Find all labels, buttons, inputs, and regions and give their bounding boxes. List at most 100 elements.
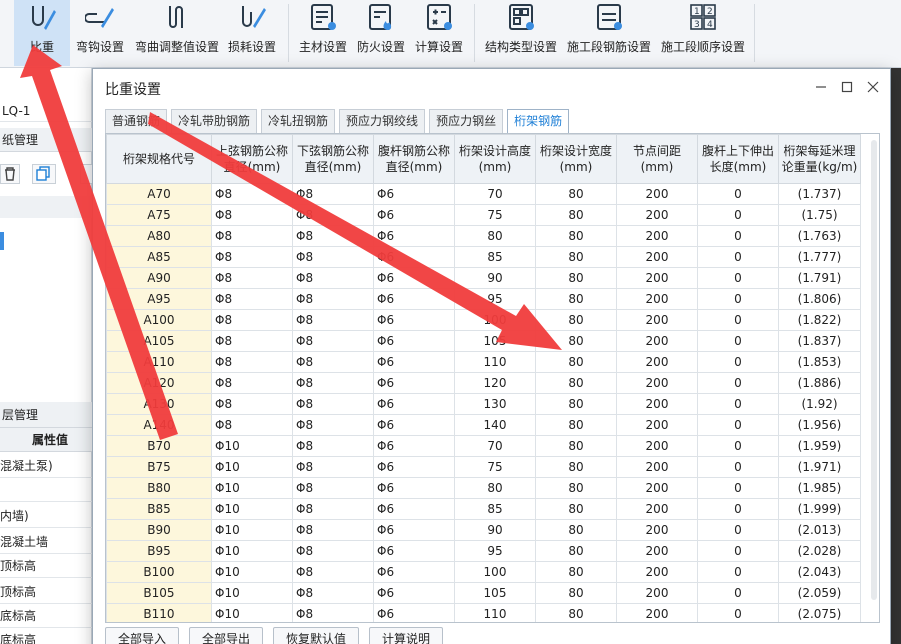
table-cell[interactable]: 0: [697, 246, 779, 268]
table-cell[interactable]: 85: [454, 498, 536, 520]
table-cell[interactable]: 130: [454, 393, 536, 415]
column-header[interactable]: 下弦钢筋公称直径(mm): [292, 134, 374, 184]
table-cell[interactable]: B105: [106, 582, 212, 604]
table-cell[interactable]: 200: [616, 372, 698, 394]
table-cell[interactable]: A95: [106, 288, 212, 310]
minimize-button[interactable]: [811, 77, 831, 97]
dialog-button-2[interactable]: 恢复默认值: [273, 627, 360, 644]
property-row[interactable]: 底标高: [0, 604, 92, 628]
table-cell[interactable]: 80: [535, 183, 617, 205]
table-cell[interactable]: (1.853): [778, 351, 861, 373]
table-cell[interactable]: (1.985): [778, 477, 861, 499]
table-cell[interactable]: 80: [535, 498, 617, 520]
table-cell[interactable]: 200: [616, 393, 698, 415]
table-cell[interactable]: 200: [616, 477, 698, 499]
table-row[interactable]: B105 Φ10 Φ8 Φ6 105 80 200 0 (2.059): [106, 582, 861, 604]
table-cell[interactable]: 80: [535, 204, 617, 226]
table-row[interactable]: A70 Φ8 Φ8 Φ6 70 80 200 0 (1.737): [106, 183, 861, 205]
table-cell[interactable]: A100: [106, 309, 212, 331]
table-cell[interactable]: 80: [535, 477, 617, 499]
table-cell[interactable]: 0: [697, 309, 779, 331]
table-cell[interactable]: B70: [106, 435, 212, 457]
table-cell[interactable]: 0: [697, 498, 779, 520]
table-cell[interactable]: Φ8: [292, 288, 374, 310]
table-cell[interactable]: Φ8: [292, 498, 374, 520]
table-cell[interactable]: Φ8: [211, 246, 293, 268]
table-cell[interactable]: Φ10: [211, 477, 293, 499]
table-cell[interactable]: 0: [697, 351, 779, 373]
table-cell[interactable]: Φ8: [292, 561, 374, 583]
table-cell[interactable]: 105: [454, 582, 536, 604]
table-cell[interactable]: (1.763): [778, 225, 861, 247]
table-cell[interactable]: A80: [106, 225, 212, 247]
tab-3[interactable]: 预应力钢绞线: [339, 109, 426, 133]
table-cell[interactable]: 200: [616, 498, 698, 520]
table-cell[interactable]: Φ8: [211, 309, 293, 331]
hook-settings-button[interactable]: 弯钩设置: [72, 0, 128, 66]
table-cell[interactable]: (1.737): [778, 183, 861, 205]
table-cell[interactable]: 80: [454, 225, 536, 247]
table-cell[interactable]: Φ8: [292, 225, 374, 247]
table-cell[interactable]: Φ8: [211, 204, 293, 226]
table-cell[interactable]: Φ8: [292, 309, 374, 331]
segment-sequence-button[interactable]: 1234 施工段顺序设置: [658, 0, 748, 66]
table-cell[interactable]: Φ10: [211, 582, 293, 604]
ratio-settings-button[interactable]: 比重: [14, 0, 70, 66]
tab-1[interactable]: 冷轧带肋钢筋: [171, 109, 258, 133]
table-cell[interactable]: Φ8: [292, 267, 374, 289]
table-row[interactable]: A140 Φ8 Φ8 Φ6 140 80 200 0 (1.956): [106, 414, 861, 436]
close-button[interactable]: [863, 77, 883, 97]
table-cell[interactable]: Φ8: [211, 414, 293, 436]
table-cell[interactable]: (2.043): [778, 561, 861, 583]
table-cell[interactable]: Φ6: [373, 540, 455, 562]
table-cell[interactable]: 110: [454, 603, 536, 622]
table-row[interactable]: A85 Φ8 Φ8 Φ6 85 80 200 0 (1.777): [106, 246, 861, 268]
table-cell[interactable]: 200: [616, 225, 698, 247]
table-cell[interactable]: 0: [697, 456, 779, 478]
table-cell[interactable]: Φ6: [373, 582, 455, 604]
table-cell[interactable]: 80: [454, 477, 536, 499]
column-header[interactable]: 节点间距(mm): [616, 134, 698, 184]
table-cell[interactable]: Φ6: [373, 204, 455, 226]
table-row[interactable]: B75 Φ10 Φ8 Φ6 75 80 200 0 (1.971): [106, 456, 861, 478]
table-cell[interactable]: A85: [106, 246, 212, 268]
table-cell[interactable]: 0: [697, 561, 779, 583]
table-cell[interactable]: (1.92): [778, 393, 861, 415]
table-row[interactable]: B85 Φ10 Φ8 Φ6 85 80 200 0 (1.999): [106, 498, 861, 520]
table-cell[interactable]: Φ8: [211, 372, 293, 394]
table-cell[interactable]: Φ6: [373, 456, 455, 478]
table-cell[interactable]: 0: [697, 414, 779, 436]
table-cell[interactable]: Φ8: [211, 330, 293, 352]
dialog-button-3[interactable]: 计算说明: [369, 627, 444, 644]
table-cell[interactable]: 200: [616, 330, 698, 352]
table-cell[interactable]: (1.75): [778, 204, 861, 226]
table-cell[interactable]: 80: [535, 561, 617, 583]
table-cell[interactable]: 80: [535, 582, 617, 604]
table-cell[interactable]: A70: [106, 183, 212, 205]
table-cell[interactable]: (1.959): [778, 435, 861, 457]
table-cell[interactable]: Φ8: [292, 540, 374, 562]
column-header[interactable]: 上弦钢筋公称直径(mm): [211, 134, 293, 184]
table-cell[interactable]: Φ6: [373, 477, 455, 499]
table-cell[interactable]: Φ6: [373, 435, 455, 457]
table-cell[interactable]: 200: [616, 351, 698, 373]
table-cell[interactable]: 80: [535, 456, 617, 478]
table-cell[interactable]: (2.028): [778, 540, 861, 562]
table-cell[interactable]: 75: [454, 456, 536, 478]
vertical-scrollbar[interactable]: [871, 140, 877, 600]
tab-4[interactable]: 预应力钢丝: [429, 109, 504, 133]
table-cell[interactable]: 0: [697, 330, 779, 352]
column-header[interactable]: 桁架设计高度(mm): [454, 134, 536, 184]
table-cell[interactable]: Φ8: [292, 414, 374, 436]
table-cell[interactable]: 75: [454, 204, 536, 226]
loss-settings-button[interactable]: 损耗设置: [224, 0, 280, 66]
table-cell[interactable]: Φ8: [211, 351, 293, 373]
column-header[interactable]: 桁架规格代号: [106, 134, 212, 184]
table-row[interactable]: A105 Φ8 Φ8 Φ6 105 80 200 0 (1.837): [106, 330, 861, 352]
table-cell[interactable]: Φ10: [211, 561, 293, 583]
table-cell[interactable]: Φ8: [292, 204, 374, 226]
table-row[interactable]: B95 Φ10 Φ8 Φ6 95 80 200 0 (2.028): [106, 540, 861, 562]
table-cell[interactable]: Φ10: [211, 498, 293, 520]
table-cell[interactable]: 0: [697, 582, 779, 604]
table-cell[interactable]: Φ6: [373, 393, 455, 415]
